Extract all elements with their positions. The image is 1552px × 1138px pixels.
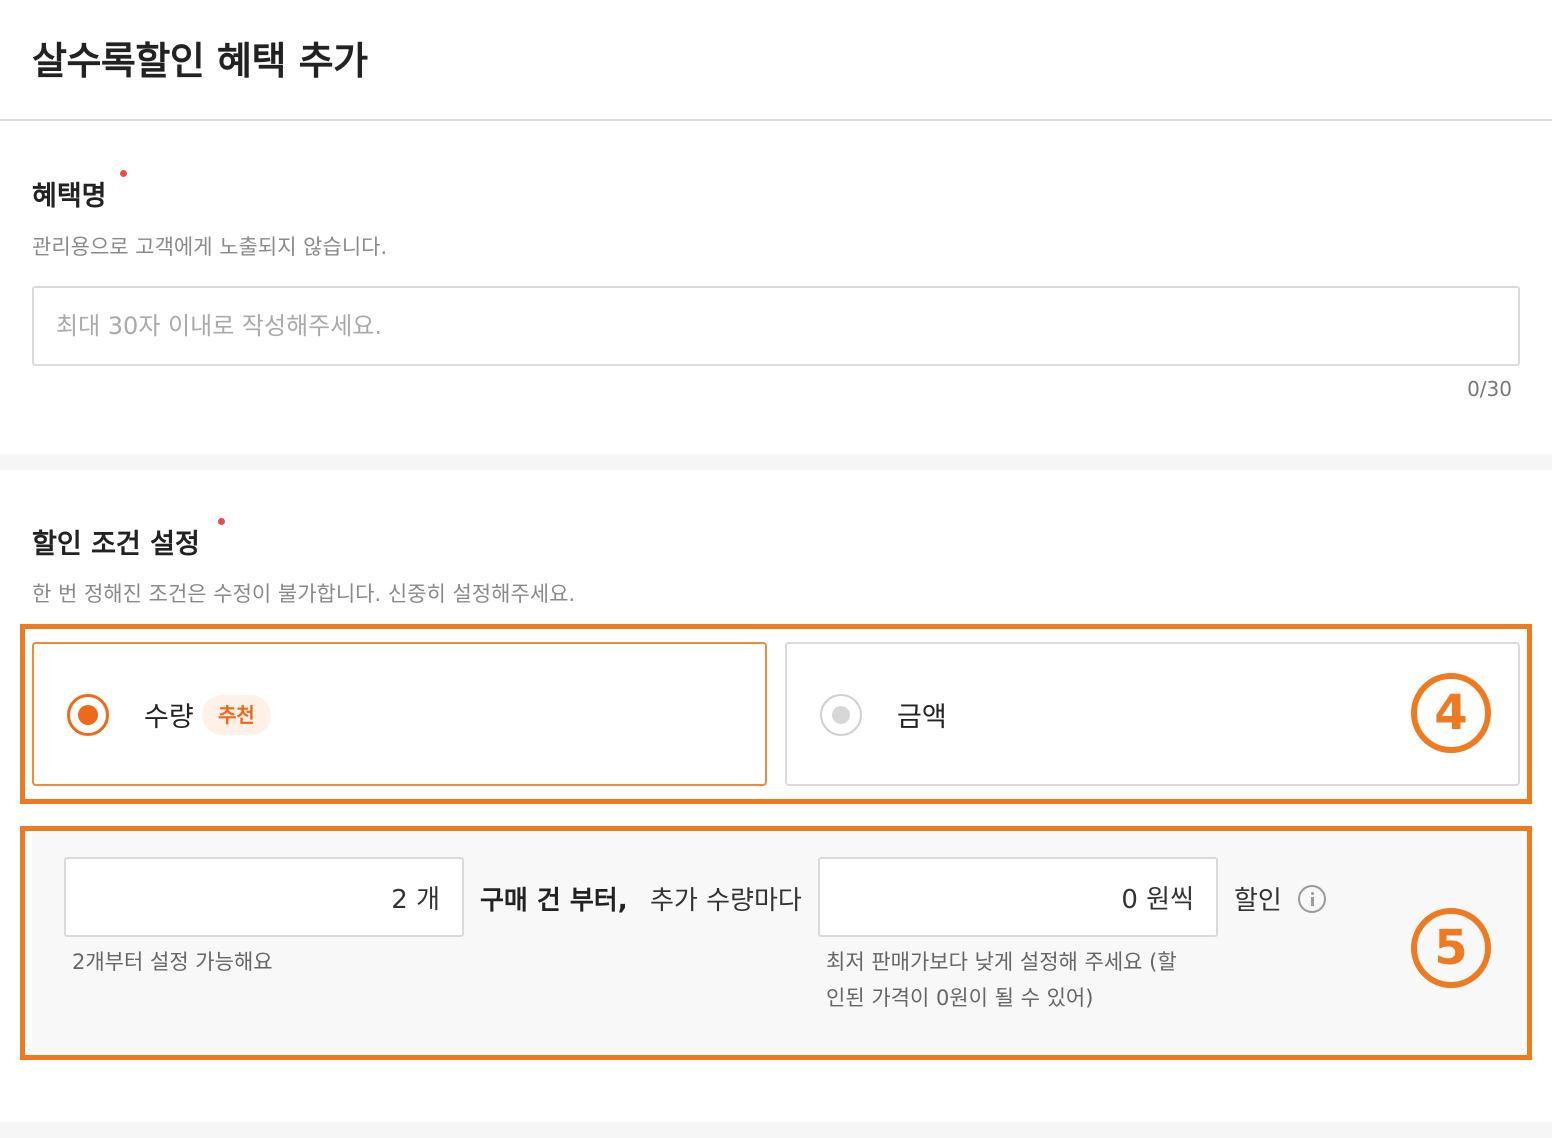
benefit-name-input[interactable] <box>32 286 1520 366</box>
annotation-number-4: 4 <box>1411 673 1491 753</box>
page-title: 살수록할인 혜택 추가 <box>32 39 368 83</box>
benefit-name-description: 관리용으로 고객에게 노출되지 않습니다. <box>32 235 388 259</box>
annotation-box-5 <box>20 826 1532 1060</box>
discount-condition-description: 한 번 정해진 조건은 수정이 불가합니다. 신중히 설정해주세요. <box>32 582 576 606</box>
required-dot <box>218 518 225 525</box>
required-dot <box>120 170 127 177</box>
discount-condition-title: 할인 조건 설정 <box>32 529 200 560</box>
benefit-name-title: 혜택명 <box>32 181 107 212</box>
annotation-number-5: 5 <box>1411 908 1491 988</box>
benefit-name-section: 혜택명 관리용으로 고객에게 노출되지 않습니다. 0/30 <box>0 121 1552 454</box>
annotation-box-4 <box>20 624 1532 804</box>
page-header: 살수록할인 혜택 추가 <box>0 0 1552 121</box>
char-counter: 0/30 <box>1467 377 1512 401</box>
